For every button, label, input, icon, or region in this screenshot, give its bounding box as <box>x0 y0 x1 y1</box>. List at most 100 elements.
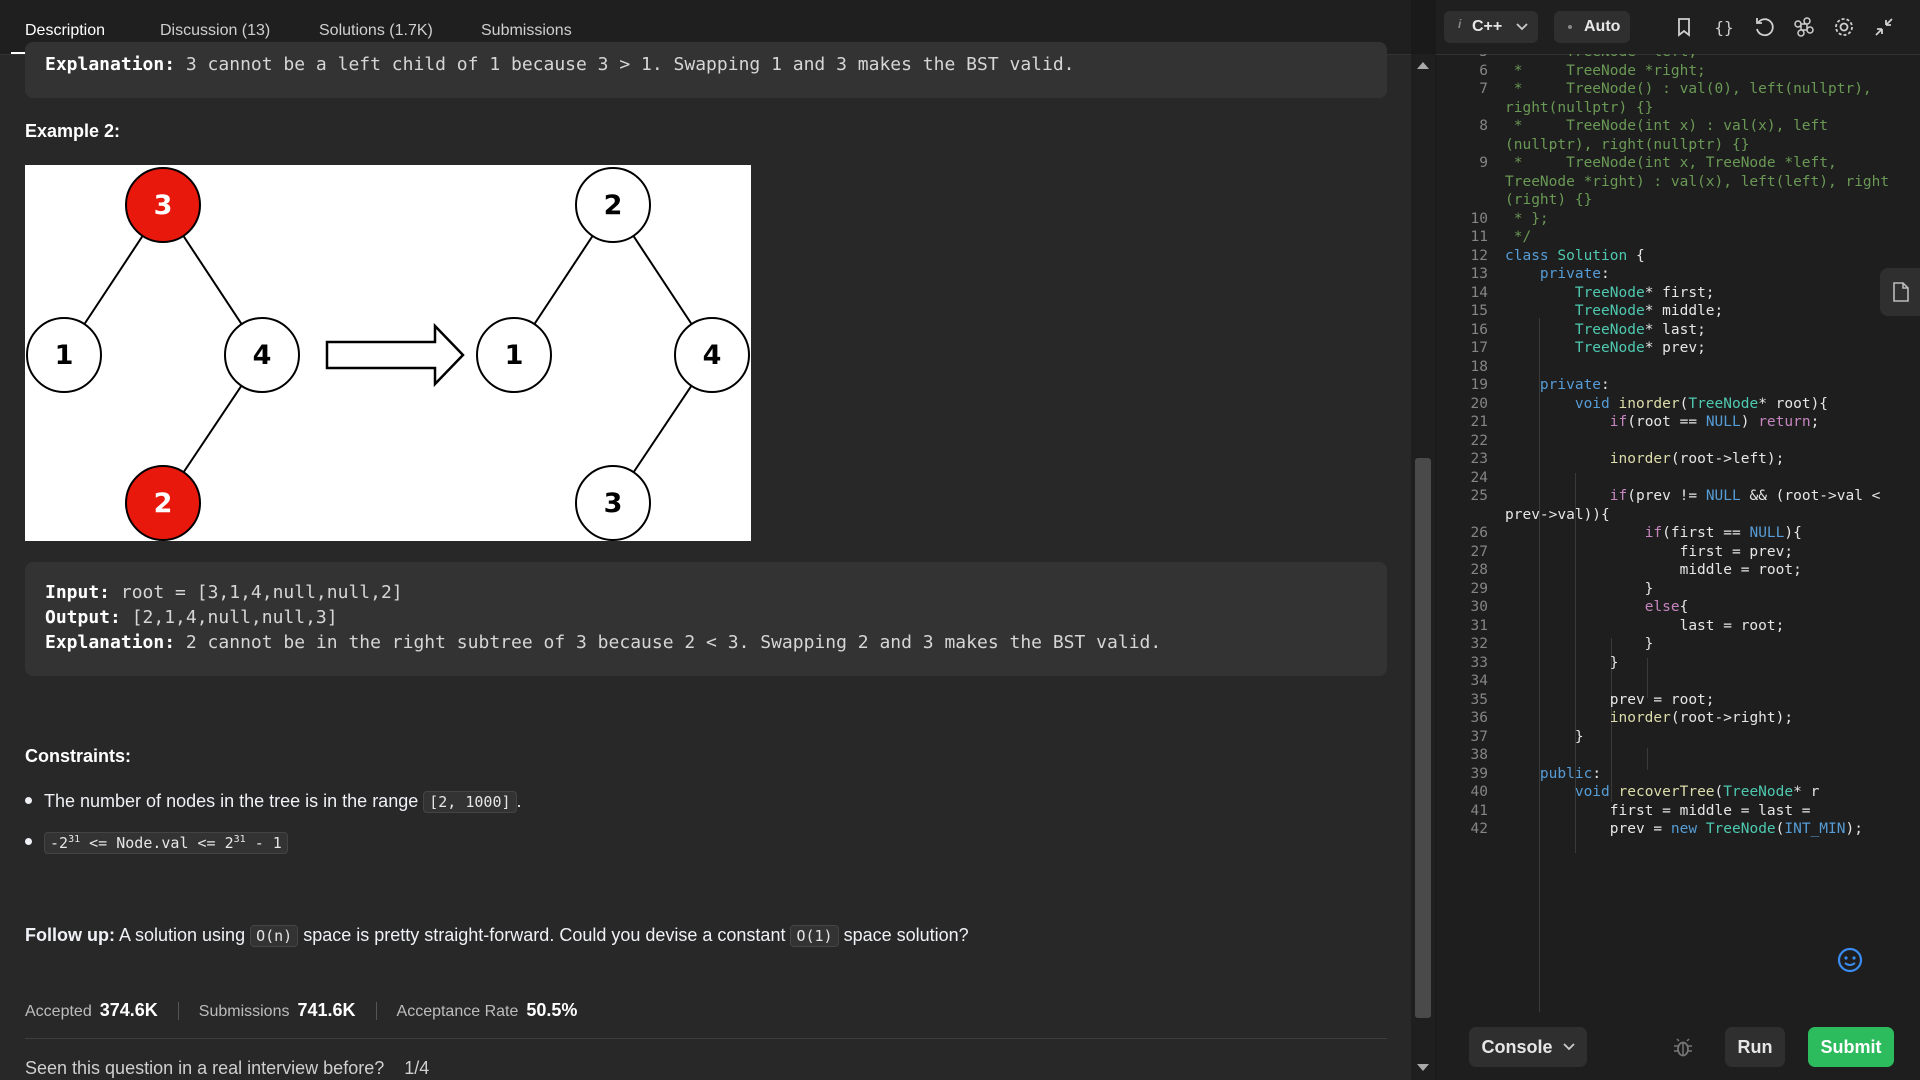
example2-tree-image: 3 1 4 2 2 1 4 3 <box>25 165 751 541</box>
submissions-label: Submissions <box>198 1003 290 1020</box>
tree-node: 4 <box>674 317 750 393</box>
submit-label: Submit <box>1820 1036 1882 1057</box>
acceptance-rate-label: Acceptance Rate <box>396 1003 519 1020</box>
scroll-down-icon[interactable] <box>1417 1064 1429 1071</box>
line-number: 32 <box>1470 636 1488 652</box>
language-select[interactable]: i C++ <box>1444 11 1538 43</box>
follow-up: Follow up: A solution using O(n) space i… <box>25 925 969 947</box>
code-line: * TreeNode *left; <box>1505 54 1697 60</box>
tree-node: 2 <box>125 465 201 541</box>
code-line: } <box>1505 654 1619 671</box>
collapse-icon[interactable] <box>1872 15 1896 39</box>
tab-solutions[interactable]: Solutions (1.7K) <box>319 22 433 40</box>
bullet-icon <box>25 837 32 845</box>
line-number: 22 <box>1470 432 1488 449</box>
bullet-icon <box>25 796 32 804</box>
chat-smile-icon <box>1837 947 1863 973</box>
explanation-text: 3 cannot be a left child of 1 because 3 … <box>175 54 1075 75</box>
code-line: * TreeNode(int x) : val(x), left <box>1505 118 1829 134</box>
document-icon <box>1893 282 1909 302</box>
line-number: 19 <box>1470 377 1488 393</box>
code-line: void inorder(TreeNode* root){ <box>1574 395 1829 412</box>
code-line: class Solution { <box>1505 247 1645 264</box>
svg-text:1: 1 <box>55 340 74 371</box>
explanation-text: 2 cannot be in the right subtree of 3 be… <box>175 632 1162 653</box>
tab-submissions[interactable]: Submissions <box>481 22 572 40</box>
reset-icon[interactable] <box>1752 15 1776 39</box>
seen-question-text: Seen this question in a real interview b… <box>25 1058 385 1078</box>
code-line: * }; <box>1505 210 1549 227</box>
tree-diagram: 3 1 4 2 2 1 4 3 <box>26 167 750 541</box>
line-number: 12 <box>1470 247 1488 264</box>
line-number: 21 <box>1470 414 1488 430</box>
code-line: * TreeNode() : val(0), left(nullptr), <box>1505 81 1872 97</box>
code-line: middle = root; <box>1505 562 1802 578</box>
console-button[interactable]: Console <box>1469 1027 1587 1067</box>
follow-up-label: Follow up: <box>25 925 115 945</box>
code-line: prev->val)){ <box>1505 506 1610 523</box>
example2-input: Input: root = [3,1,4,null,null,2] <box>45 582 403 603</box>
tree-node: 1 <box>476 317 552 393</box>
scroll-thumb[interactable] <box>1415 458 1431 1018</box>
line-number: 17 <box>1470 340 1488 356</box>
code-line: TreeNode *right) : val(x), left(left), r… <box>1505 173 1890 190</box>
console-label: Console <box>1481 1036 1553 1057</box>
code-part: <= Node.val <= 2 <box>80 834 234 852</box>
chevron-down-icon <box>1562 1043 1575 1051</box>
braces-icon[interactable]: {} <box>1712 15 1736 39</box>
tree-node: 2 <box>575 167 651 243</box>
superscript: 31 <box>68 834 81 845</box>
line-number: 11 <box>1470 229 1488 245</box>
line-number: 16 <box>1470 321 1488 338</box>
tab-discussion[interactable]: Discussion (13) <box>160 22 270 40</box>
code-line: * TreeNode(int x, TreeNode *left, <box>1505 155 1837 171</box>
acceptance-rate-value: 50.5% <box>526 1000 578 1020</box>
debug-icon[interactable] <box>1672 1036 1694 1058</box>
constraint-item: The number of nodes in the tree is in th… <box>25 791 522 813</box>
line-number: 13 <box>1470 266 1488 282</box>
description-panel: Description Discussion (13) Solutions (1… <box>0 0 1411 1080</box>
scroll-up-icon[interactable] <box>1417 62 1429 69</box>
submit-button[interactable]: Submit <box>1808 1027 1894 1067</box>
tab-description[interactable]: Description <box>25 22 105 40</box>
run-button[interactable]: Run <box>1725 1027 1785 1067</box>
editor-panel: i C++ Auto {} 5 * TreeNode *left; 6 * Tre… <box>1436 0 1920 1080</box>
code-editor[interactable]: 5 * TreeNode *left; 6 * TreeNode *right; 7… <box>1436 54 1920 1012</box>
constraint-text: The number of nodes in the tree is in th… <box>44 791 424 811</box>
info-icon: i <box>1458 17 1462 31</box>
line-number: 26 <box>1470 525 1488 541</box>
follow-up-text: A solution using <box>114 925 251 945</box>
svg-text:2: 2 <box>154 488 173 519</box>
gear-icon[interactable] <box>1832 15 1856 39</box>
code-line: else{ <box>1644 599 1689 615</box>
output-text: [2,1,4,null,null,3] <box>120 607 338 628</box>
mode-select[interactable]: Auto <box>1554 11 1630 43</box>
description-scrollbar[interactable] <box>1411 54 1435 1080</box>
example2-output: Output: [2,1,4,null,null,3] <box>45 607 338 628</box>
line-number: 7 <box>1479 81 1488 97</box>
example1-explanation: Explanation: 3 cannot be a left child of… <box>45 54 1075 75</box>
constraints-heading: Constraints: <box>25 746 132 766</box>
divider <box>177 1002 179 1021</box>
indent-guide <box>1647 748 1648 770</box>
input-text: root = [3,1,4,null,null,2] <box>110 582 403 603</box>
tree-node: 3 <box>575 465 651 541</box>
line-number: 18 <box>1470 358 1488 375</box>
code-line: void recoverTree(TreeNode* r <box>1574 784 1820 800</box>
code-line: (right) {} <box>1505 192 1593 208</box>
notes-button[interactable] <box>1880 268 1920 316</box>
feedback-button[interactable] <box>1828 938 1872 982</box>
line-number: 30 <box>1470 599 1488 615</box>
command-icon[interactable] <box>1792 15 1816 39</box>
bookmark-icon[interactable] <box>1672 15 1696 39</box>
code-part: -2 <box>50 834 69 852</box>
svg-text:4: 4 <box>703 340 722 371</box>
svg-text:3: 3 <box>604 488 623 519</box>
svg-text:{}: {} <box>1714 18 1733 37</box>
divider <box>375 1002 377 1021</box>
code-line: first = prev; <box>1505 543 1794 560</box>
example1-block: Explanation: 3 cannot be a left child of… <box>25 42 1387 98</box>
seen-question-row[interactable]: Seen this question in a real interview b… <box>25 1058 429 1079</box>
code-line: if(first == NULL){ <box>1644 525 1802 541</box>
input-label: Input: <box>45 582 111 603</box>
